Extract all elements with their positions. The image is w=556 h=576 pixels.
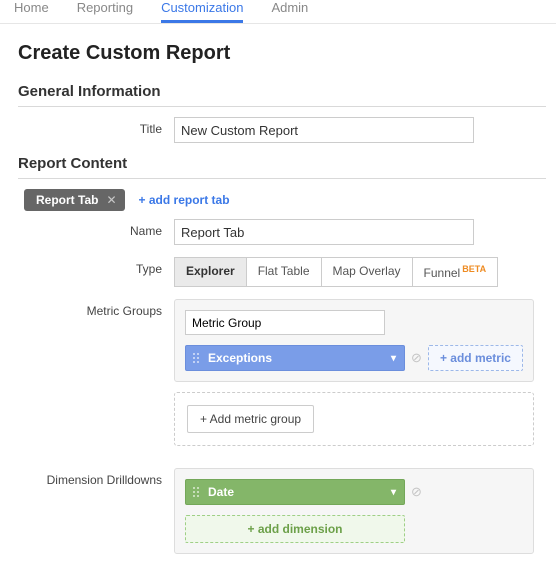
label-dimension-drilldowns: Dimension Drilldowns xyxy=(18,468,174,487)
metric-group-box: Exceptions ▾ ⊘ + add metric xyxy=(174,299,534,382)
drag-handle-icon[interactable] xyxy=(192,486,200,498)
label-title: Title xyxy=(18,117,174,136)
add-dimension-button[interactable]: + add dimension xyxy=(185,515,405,543)
section-content-heading: Report Content xyxy=(18,155,546,179)
nav-customization[interactable]: Customization xyxy=(161,0,243,23)
nav-reporting[interactable]: Reporting xyxy=(77,0,133,21)
close-icon[interactable]: ✕ xyxy=(106,193,116,207)
label-name: Name xyxy=(18,219,174,238)
report-tab-pill[interactable]: Report Tab ✕ xyxy=(24,189,125,211)
page-title: Create Custom Report xyxy=(18,42,556,65)
metric-chip-label: Exceptions xyxy=(208,351,272,365)
type-flat-table[interactable]: Flat Table xyxy=(246,257,322,287)
chevron-down-icon[interactable]: ▾ xyxy=(391,487,396,498)
add-report-tab-link[interactable]: + add report tab xyxy=(139,193,230,207)
add-metric-button[interactable]: + add metric xyxy=(428,345,523,371)
metric-chip-exceptions[interactable]: Exceptions ▾ xyxy=(185,345,405,371)
add-metric-group-button[interactable]: + Add metric group xyxy=(187,405,314,433)
section-general-heading: General Information xyxy=(18,83,546,107)
dimension-box: Date ▾ ⊘ + add dimension xyxy=(174,468,534,554)
nav-home[interactable]: Home xyxy=(14,0,49,21)
type-map-overlay[interactable]: Map Overlay xyxy=(321,257,413,287)
top-nav: Home Reporting Customization Admin xyxy=(0,0,556,24)
nav-admin[interactable]: Admin xyxy=(271,0,308,21)
remove-metric-icon[interactable]: ⊘ xyxy=(411,350,422,366)
beta-badge: BETA xyxy=(462,264,486,274)
title-input[interactable] xyxy=(174,117,474,143)
drag-handle-icon[interactable] xyxy=(192,352,200,364)
label-type: Type xyxy=(18,257,174,276)
type-funnel[interactable]: FunnelBETA xyxy=(412,257,499,287)
dimension-chip-label: Date xyxy=(208,485,234,499)
type-toggle-group: Explorer Flat Table Map Overlay FunnelBE… xyxy=(174,257,556,287)
report-tab-label: Report Tab xyxy=(36,193,98,207)
type-explorer[interactable]: Explorer xyxy=(174,257,247,287)
remove-dimension-icon[interactable]: ⊘ xyxy=(411,484,422,500)
dimension-chip-date[interactable]: Date ▾ xyxy=(185,479,405,505)
name-input[interactable] xyxy=(174,219,474,245)
metric-group-title-input[interactable] xyxy=(185,310,385,335)
type-funnel-label: Funnel xyxy=(424,266,461,280)
chevron-down-icon[interactable]: ▾ xyxy=(391,353,396,364)
add-metric-group-box: + Add metric group xyxy=(174,392,534,446)
label-metric-groups: Metric Groups xyxy=(18,299,174,318)
